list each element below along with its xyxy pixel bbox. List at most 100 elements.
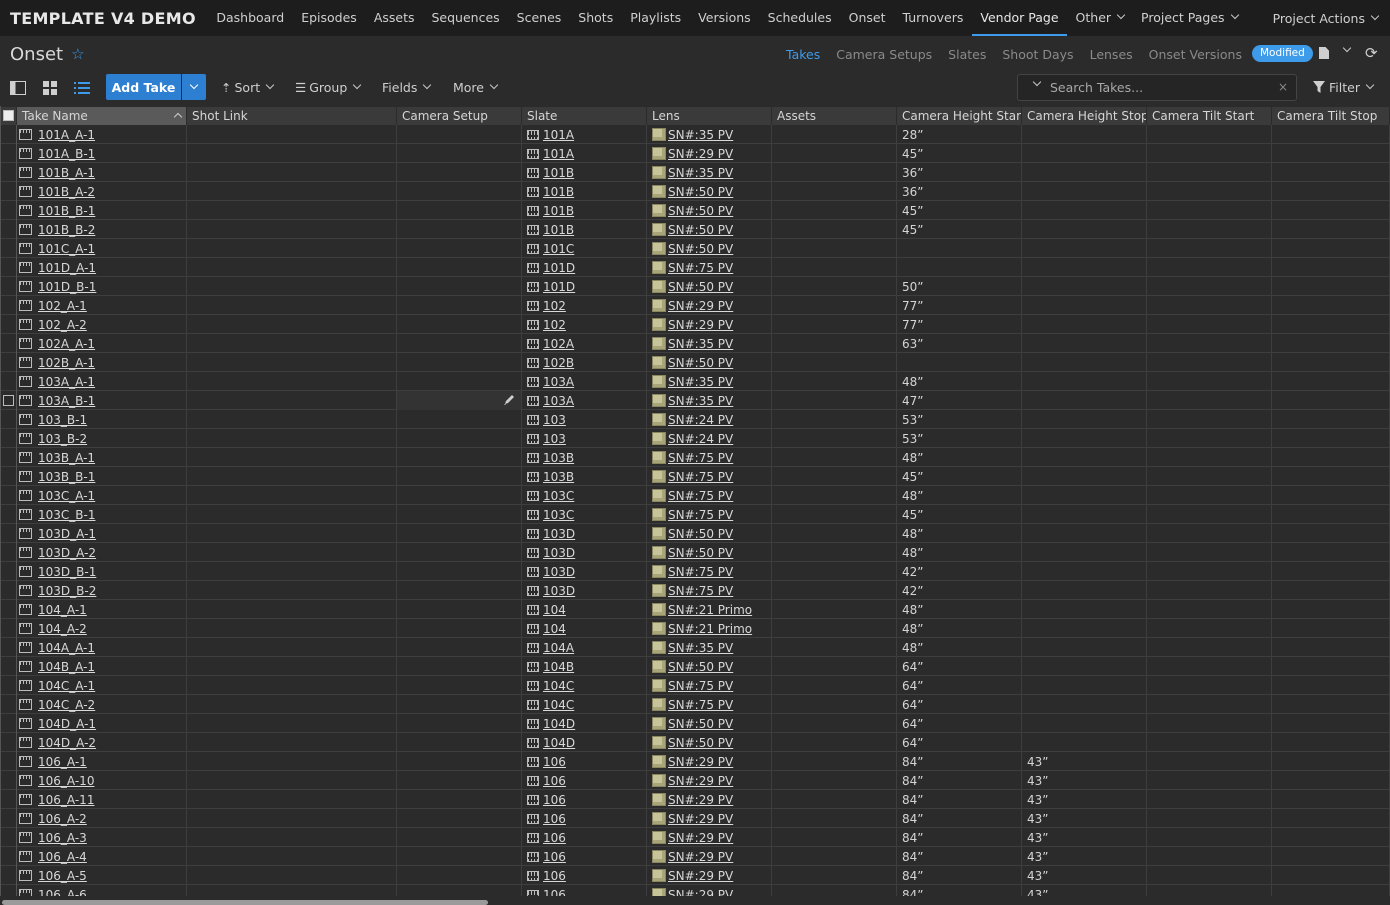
camera-setup-cell[interactable]: [397, 562, 522, 581]
table-row[interactable]: 101D_A-1 101D SN#:75 PV: [0, 258, 1390, 277]
column-header-camera-height-start[interactable]: Camera Height Start: [897, 107, 1022, 125]
nav-item-other[interactable]: Other: [1067, 0, 1133, 36]
camera-tilt-stop-cell[interactable]: [1272, 429, 1390, 448]
row-gutter[interactable]: [0, 657, 17, 676]
slate-cell[interactable]: 101B: [522, 201, 647, 220]
take-name-link[interactable]: 102_A-2: [38, 318, 87, 332]
slate-link[interactable]: 106: [543, 869, 566, 883]
take-name-cell[interactable]: 106_A-10: [17, 771, 187, 790]
shot-link-cell[interactable]: [187, 296, 397, 315]
camera-setup-cell[interactable]: [397, 600, 522, 619]
lens-cell[interactable]: SN#:75 PV: [647, 258, 772, 277]
shot-link-cell[interactable]: [187, 144, 397, 163]
row-gutter[interactable]: [0, 258, 17, 277]
shot-link-cell[interactable]: [187, 391, 397, 410]
lens-link[interactable]: SN#:50 PV: [668, 717, 733, 731]
table-row[interactable]: 101A_B-1 101A SN#:29 PV 45”: [0, 144, 1390, 163]
shot-link-cell[interactable]: [187, 847, 397, 866]
lens-link[interactable]: SN#:50 PV: [668, 242, 733, 256]
camera-tilt-stop-cell[interactable]: [1272, 277, 1390, 296]
camera-tilt-stop-cell[interactable]: [1272, 410, 1390, 429]
assets-cell[interactable]: [772, 790, 897, 809]
slate-cell[interactable]: 101C: [522, 239, 647, 258]
slate-link[interactable]: 102: [543, 299, 566, 313]
lens-cell[interactable]: SN#:75 PV: [647, 448, 772, 467]
take-name-cell[interactable]: 101B_A-2: [17, 182, 187, 201]
slate-cell[interactable]: 104C: [522, 695, 647, 714]
camera-height-stop-cell[interactable]: [1022, 619, 1147, 638]
camera-height-start-cell[interactable]: 42”: [897, 581, 1022, 600]
table-row[interactable]: 104_A-1 104 SN#:21 Primo 48”: [0, 600, 1390, 619]
lens-cell[interactable]: SN#:21 Primo: [647, 619, 772, 638]
camera-tilt-stop-cell[interactable]: [1272, 657, 1390, 676]
row-gutter[interactable]: [0, 353, 17, 372]
table-row[interactable]: 103B_A-1 103B SN#:75 PV 48”: [0, 448, 1390, 467]
camera-tilt-start-cell[interactable]: [1147, 695, 1272, 714]
take-name-link[interactable]: 101A_B-1: [38, 147, 95, 161]
lens-cell[interactable]: SN#:75 PV: [647, 486, 772, 505]
camera-setup-cell[interactable]: [397, 809, 522, 828]
camera-setup-cell[interactable]: [397, 448, 522, 467]
sort-ascending-icon[interactable]: [173, 112, 183, 122]
camera-height-stop-cell[interactable]: [1022, 125, 1147, 144]
assets-cell[interactable]: [772, 809, 897, 828]
shot-link-cell[interactable]: [187, 410, 397, 429]
nav-item-project-pages[interactable]: Project Pages: [1133, 0, 1247, 36]
camera-tilt-stop-cell[interactable]: [1272, 334, 1390, 353]
nav-item-episodes[interactable]: Episodes: [293, 0, 366, 36]
camera-tilt-stop-cell[interactable]: [1272, 809, 1390, 828]
add-take-button[interactable]: Add Take: [106, 74, 181, 100]
camera-setup-cell[interactable]: [397, 657, 522, 676]
camera-tilt-start-cell[interactable]: [1147, 771, 1272, 790]
assets-cell[interactable]: [772, 334, 897, 353]
camera-height-stop-cell[interactable]: 43”: [1022, 866, 1147, 885]
lens-cell[interactable]: SN#:35 PV: [647, 163, 772, 182]
camera-tilt-stop-cell[interactable]: [1272, 790, 1390, 809]
camera-setup-cell[interactable]: [397, 372, 522, 391]
assets-cell[interactable]: [772, 600, 897, 619]
camera-tilt-start-cell[interactable]: [1147, 866, 1272, 885]
row-gutter[interactable]: [0, 334, 17, 353]
camera-height-stop-cell[interactable]: [1022, 467, 1147, 486]
shot-link-cell[interactable]: [187, 866, 397, 885]
shot-link-cell[interactable]: [187, 372, 397, 391]
camera-height-start-cell[interactable]: 36”: [897, 182, 1022, 201]
column-header-camera-height-stop[interactable]: Camera Height Stop: [1022, 107, 1147, 125]
camera-setup-cell[interactable]: [397, 391, 522, 410]
slate-link[interactable]: 104D: [543, 736, 575, 750]
table-row[interactable]: 101B_B-1 101B SN#:50 PV 45”: [0, 201, 1390, 220]
camera-setup-cell[interactable]: [397, 638, 522, 657]
slate-cell[interactable]: 104D: [522, 714, 647, 733]
project-actions-menu[interactable]: Project Actions: [1273, 0, 1380, 36]
table-row[interactable]: 106_A-11 106 SN#:29 PV 84” 43”: [0, 790, 1390, 809]
assets-cell[interactable]: [772, 163, 897, 182]
assets-cell[interactable]: [772, 828, 897, 847]
assets-cell[interactable]: [772, 885, 897, 896]
lens-cell[interactable]: SN#:29 PV: [647, 828, 772, 847]
lens-link[interactable]: SN#:29 PV: [668, 812, 733, 826]
table-row[interactable]: 103D_A-1 103D SN#:50 PV 48”: [0, 524, 1390, 543]
camera-tilt-start-cell[interactable]: [1147, 448, 1272, 467]
assets-cell[interactable]: [772, 391, 897, 410]
take-name-link[interactable]: 103A_A-1: [38, 375, 95, 389]
take-name-cell[interactable]: 103_B-1: [17, 410, 187, 429]
lens-link[interactable]: SN#:75 PV: [668, 470, 733, 484]
camera-tilt-stop-cell[interactable]: [1272, 391, 1390, 410]
camera-tilt-stop-cell[interactable]: [1272, 182, 1390, 201]
lens-cell[interactable]: SN#:50 PV: [647, 239, 772, 258]
assets-cell[interactable]: [772, 239, 897, 258]
lens-cell[interactable]: SN#:21 Primo: [647, 600, 772, 619]
camera-setup-cell[interactable]: [397, 790, 522, 809]
slate-cell[interactable]: 102B: [522, 353, 647, 372]
camera-height-start-cell[interactable]: 48”: [897, 524, 1022, 543]
take-name-cell[interactable]: 101B_B-1: [17, 201, 187, 220]
camera-height-start-cell[interactable]: 36”: [897, 163, 1022, 182]
camera-tilt-stop-cell[interactable]: [1272, 144, 1390, 163]
nav-item-playlists[interactable]: Playlists: [622, 0, 690, 36]
table-row[interactable]: 101B_A-1 101B SN#:35 PV 36”: [0, 163, 1390, 182]
row-gutter[interactable]: [0, 429, 17, 448]
lens-link[interactable]: SN#:75 PV: [668, 584, 733, 598]
camera-setup-cell[interactable]: [397, 277, 522, 296]
lens-link[interactable]: SN#:50 PV: [668, 356, 733, 370]
camera-tilt-stop-cell[interactable]: [1272, 505, 1390, 524]
